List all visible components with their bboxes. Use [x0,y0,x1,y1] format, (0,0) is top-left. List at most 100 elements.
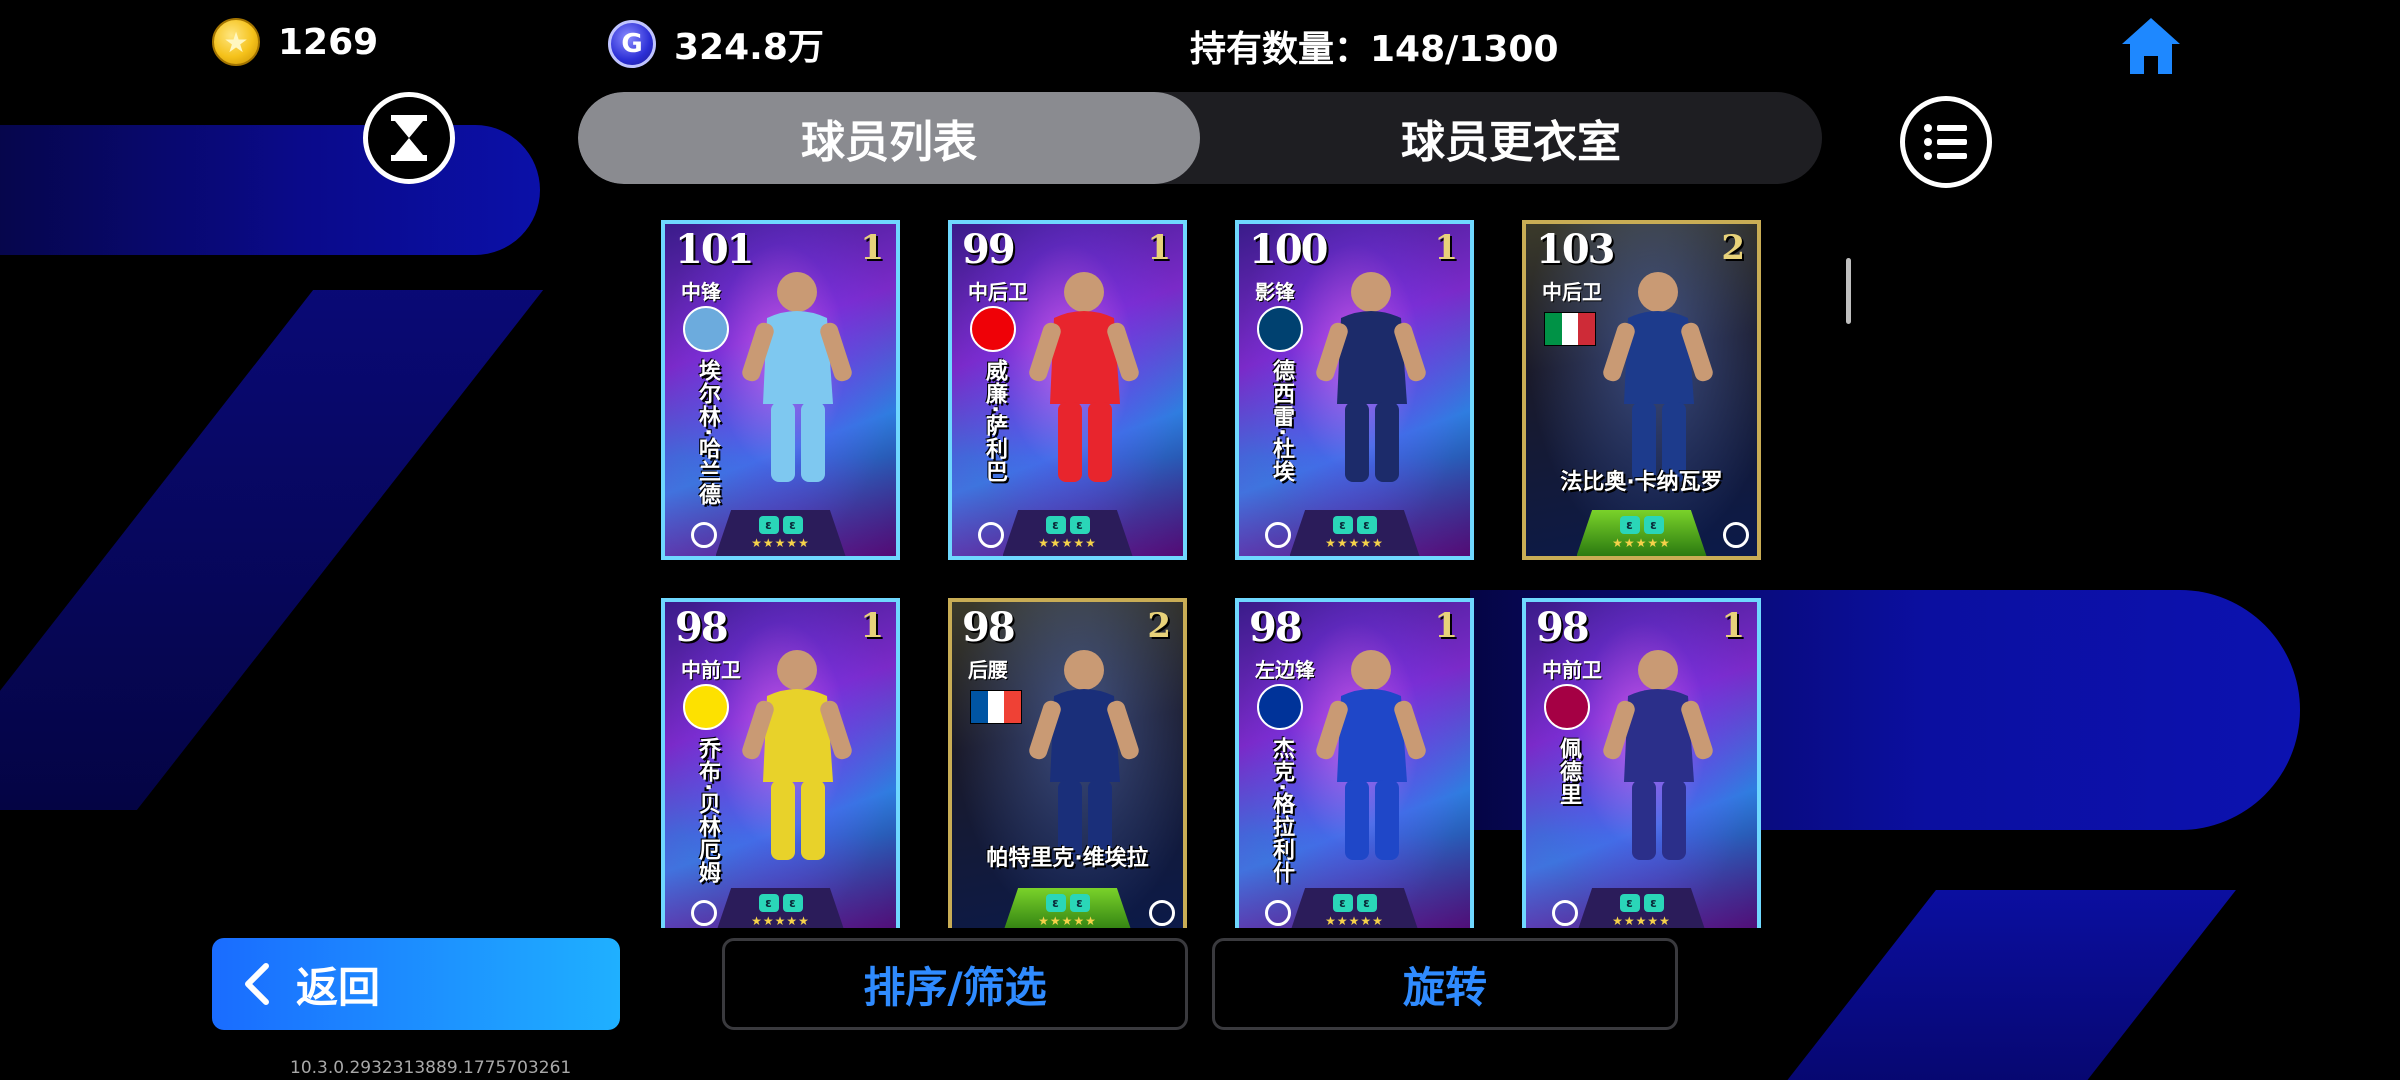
timer-button[interactable] [363,92,455,184]
menu-button[interactable] [1900,96,1992,188]
tab-bar: 球员列表 球员更衣室 [578,92,1822,184]
player-position: 中后卫 [1542,280,1602,304]
club-badge-icon [970,306,1016,352]
back-button[interactable]: 返回 [212,938,620,1030]
player-rating: 100 [1249,226,1328,273]
player-name: 乔布·贝林厄姆 [695,737,720,885]
star-rating: ★★★★★ [1038,536,1097,550]
player-position: 左边锋 [1255,658,1315,682]
player-card[interactable]: 98 1 左边锋 杰克·格拉利什 εε ★★★★★ [1235,598,1474,928]
player-level: 1 [1434,228,1458,268]
star-rating: ★★★★★ [1612,914,1671,928]
player-level: 1 [1434,606,1458,646]
player-rating: 98 [1249,604,1303,651]
player-level: 1 [860,228,884,268]
gp-balance: G 324.8万 [608,18,824,70]
card-skill-bar: εε ★★★★★ [1289,888,1420,928]
skill-icons: εε [1619,516,1664,534]
scrollbar[interactable] [1846,258,1851,324]
background-stripe-right [1764,890,2236,1080]
player-position: 中前卫 [681,658,741,682]
card-skill-bar: εε ★★★★★ [1002,888,1133,928]
rotate-button[interactable]: 旋转 [1212,938,1678,1030]
efootball-logo-icon [978,522,1004,548]
player-name: 威廉·萨利巴 [982,359,1007,484]
coin-amount: 1269 [278,21,379,63]
player-name: 杰克·格拉利什 [1269,737,1294,885]
background-stripe-left [0,290,544,810]
player-name: 德西雷·杜埃 [1269,359,1294,484]
gp-amount: 324.8万 [674,27,824,68]
club-badge-icon [683,306,729,352]
hourglass-icon [391,115,427,161]
card-skill-bar: εε ★★★★★ [715,888,846,928]
tab-locker-room[interactable]: 球员更衣室 [1200,92,1822,184]
player-figure-icon [1603,650,1713,860]
star-rating: ★★★★★ [1038,914,1097,928]
efootball-logo-icon [691,522,717,548]
player-rating: 98 [1536,604,1590,651]
home-button[interactable] [2118,14,2184,78]
player-figure-icon [1316,650,1426,860]
player-card[interactable]: 98 1 中前卫 佩德里 εε ★★★★★ [1522,598,1761,928]
player-level: 1 [1721,606,1745,646]
player-position: 影锋 [1255,280,1295,304]
back-button-label: 返回 [296,962,381,1012]
player-name: 法比奥·卡纳瓦罗 [1560,470,1723,495]
player-position: 中前卫 [1542,658,1602,682]
player-rating: 98 [962,604,1016,651]
version-text: 10.3.0.2932313889.1775703261 [290,1058,572,1078]
skill-icons: εε [758,516,803,534]
skill-icons: εε [1045,516,1090,534]
nation-flag-icon [970,690,1022,724]
chevron-left-icon [245,963,269,1005]
player-card[interactable]: 98 1 中前卫 乔布·贝林厄姆 εε ★★★★★ [661,598,900,928]
player-card[interactable]: 100 1 影锋 德西雷·杜埃 εε ★★★★★ [1235,220,1474,560]
player-figure-icon [742,272,852,482]
card-skill-bar: εε ★★★★★ [1002,510,1133,556]
efootball-logo-icon [1265,900,1291,926]
tab-player-list[interactable]: 球员列表 [578,92,1200,184]
player-name: 帕特里克·维埃拉 [986,846,1149,871]
player-position: 中锋 [681,280,721,304]
star-rating: ★★★★★ [751,536,810,550]
player-card[interactable]: 98 2 后腰 帕特里克·维埃拉 εε ★★★★★ [948,598,1187,928]
efootball-logo-icon [1723,522,1749,548]
player-rating: 103 [1536,226,1615,273]
card-skill-bar: εε ★★★★★ [1576,888,1707,928]
coin-balance: ★ 1269 [212,18,378,66]
card-skill-bar: εε ★★★★★ [1289,510,1420,556]
skill-icons: εε [1332,894,1377,912]
skill-icons: εε [1045,894,1090,912]
player-card[interactable]: 103 2 中后卫 法比奥·卡纳瓦罗 εε ★★★★★ [1522,220,1761,560]
player-card[interactable]: 101 1 中锋 埃尔林·哈兰德 εε ★★★★★ [661,220,900,560]
list-icon [1924,124,1967,160]
player-rating: 98 [675,604,729,651]
player-card[interactable]: 99 1 中后卫 威廉·萨利巴 εε ★★★★★ [948,220,1187,560]
card-skill-bar: εε ★★★★★ [1576,510,1707,556]
player-level: 1 [860,606,884,646]
coin-icon: ★ [212,18,260,66]
player-position: 后腰 [968,658,1008,682]
skill-icons: εε [758,894,803,912]
star-rating: ★★★★★ [1325,536,1384,550]
efootball-logo-icon [1265,522,1291,548]
sort-filter-button[interactable]: 排序/筛选 [722,938,1188,1030]
player-card-grid: 101 1 中锋 埃尔林·哈兰德 εε ★★★★★ 99 1 中后卫 威廉·萨利… [661,220,1761,928]
hold-count: 持有数量：148/1300 [1190,29,1559,70]
club-badge-icon [1257,684,1303,730]
player-level: 1 [1147,228,1171,268]
efootball-logo-icon [691,900,717,926]
club-badge-icon [1257,306,1303,352]
background-band-left [0,125,540,255]
player-level: 2 [1147,606,1171,646]
player-name: 埃尔林·哈兰德 [695,359,720,507]
star-rating: ★★★★★ [751,914,810,928]
player-position: 中后卫 [968,280,1028,304]
home-icon [2122,18,2180,74]
nation-flag-icon [1544,312,1596,346]
gp-icon: G [608,20,656,68]
efootball-logo-icon [1149,900,1175,926]
player-figure-icon [742,650,852,860]
club-badge-icon [683,684,729,730]
